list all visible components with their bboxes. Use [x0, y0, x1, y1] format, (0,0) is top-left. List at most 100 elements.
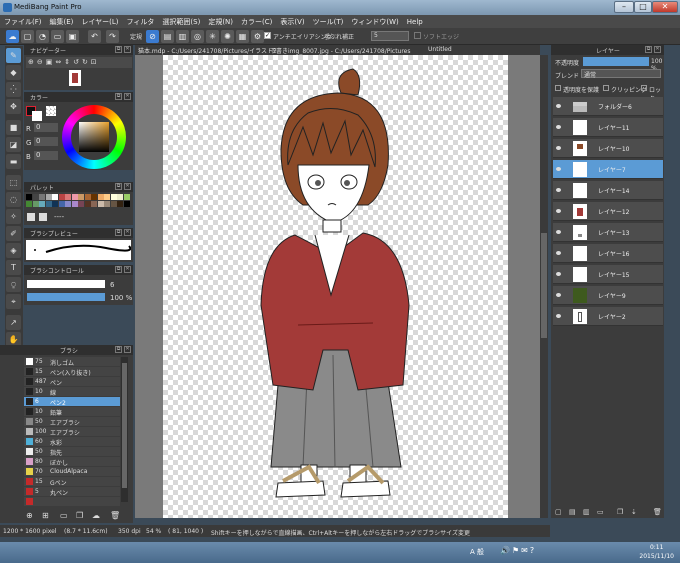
menu-view[interactable]: 表示(V): [276, 15, 308, 29]
new-halftone-layer-icon[interactable]: ▤: [569, 508, 576, 516]
brush-scrollbar[interactable]: [121, 357, 128, 502]
brush-item[interactable]: 487 ペン: [24, 377, 120, 387]
doc-tab-3[interactable]: Untitled: [428, 46, 452, 53]
brush-item[interactable]: 6 ペン2: [24, 397, 120, 407]
b-input[interactable]: 0: [34, 151, 58, 160]
eye-icon[interactable]: [556, 230, 561, 234]
palette-swatch[interactable]: [52, 201, 58, 207]
layer-row[interactable]: レイヤー12: [553, 202, 663, 221]
canvas-paper[interactable]: [163, 55, 508, 518]
layer-row[interactable]: レイヤー11: [553, 118, 663, 137]
move-tool-icon[interactable]: ✥: [6, 99, 21, 114]
palette-swatch[interactable]: [123, 194, 130, 200]
brush-item[interactable]: [24, 497, 120, 506]
brush-opacity-slider[interactable]: [27, 293, 105, 301]
eye-icon[interactable]: [556, 188, 561, 192]
layer-opacity-slider[interactable]: [583, 57, 649, 66]
cloud-icon[interactable]: ☁: [6, 30, 19, 43]
palette-swatch[interactable]: [84, 194, 91, 200]
menu-selection[interactable]: 選択範囲(S): [158, 15, 204, 29]
doc-tab-2[interactable]: 下書きimg_8007.jpg - C:/Users/241708/Pictur…: [270, 46, 411, 55]
add-palette-icon[interactable]: [27, 213, 35, 221]
eye-icon[interactable]: [556, 251, 561, 255]
palette-swatches[interactable]: [26, 194, 130, 210]
soft-edge-checkbox[interactable]: [414, 32, 421, 39]
brush-item[interactable]: 75 消しゴム: [24, 357, 120, 367]
magic-wand-icon[interactable]: ✧: [6, 209, 21, 224]
palette-swatch[interactable]: [39, 194, 45, 200]
palette-swatch[interactable]: [52, 194, 58, 200]
text-tool-icon[interactable]: T: [6, 260, 21, 275]
eye-icon[interactable]: [556, 314, 561, 318]
lasso-tool-icon[interactable]: ◌: [6, 192, 21, 207]
color-wheel[interactable]: [62, 105, 126, 169]
select-eraser-icon[interactable]: ◈: [6, 243, 21, 258]
eraser-tool-icon[interactable]: ◆: [6, 65, 21, 80]
palette-swatch[interactable]: [104, 194, 110, 200]
stabilizer-select[interactable]: 5: [371, 31, 409, 41]
brush-item[interactable]: 60 水彩: [24, 437, 120, 447]
ruler-curve-icon[interactable]: ▥: [176, 30, 189, 43]
brush-item[interactable]: 80 ぼかし: [24, 457, 120, 467]
duplicate-layer-icon[interactable]: ❐: [617, 508, 623, 516]
merge-down-icon[interactable]: ⇣: [631, 508, 637, 516]
blend-select[interactable]: 通常: [581, 69, 661, 79]
float-icon[interactable]: ⧉: [115, 46, 122, 53]
brush-item[interactable]: 100 エアブラシ: [24, 427, 120, 437]
delete-palette-icon[interactable]: [39, 213, 47, 221]
dot-tool-icon[interactable]: ⁛: [6, 82, 21, 97]
palette-swatch[interactable]: [84, 201, 91, 207]
eye-icon[interactable]: [556, 209, 561, 213]
redo-icon[interactable]: ↷: [106, 30, 119, 43]
menu-help[interactable]: Help: [403, 16, 427, 28]
layer-row[interactable]: レイヤー2: [553, 307, 663, 326]
clipping-checkbox[interactable]: [603, 85, 609, 91]
lock-checkbox[interactable]: [641, 85, 647, 91]
layer-row[interactable]: レイヤー13: [553, 223, 663, 242]
layer-row[interactable]: レイヤー9: [553, 286, 663, 305]
concentric-line-icon[interactable]: ✳: [206, 30, 219, 43]
layer-row[interactable]: レイヤー10: [553, 139, 663, 158]
palette-swatch[interactable]: [110, 194, 117, 200]
antialias-checkbox[interactable]: ✓: [264, 32, 271, 39]
brush-item[interactable]: 50 エアブラシ: [24, 417, 120, 427]
r-input[interactable]: 0: [34, 123, 58, 132]
transparent-color[interactable]: [46, 106, 56, 116]
palette-swatch[interactable]: [104, 201, 110, 207]
palette-swatch[interactable]: [58, 201, 65, 207]
palette-swatch[interactable]: [91, 194, 97, 200]
menu-filter[interactable]: フィルタ: [123, 15, 159, 29]
menu-layer[interactable]: レイヤー(L): [77, 15, 122, 29]
brush-item[interactable]: 15 ペン(入り抜き): [24, 367, 120, 377]
undo-icon[interactable]: ↶: [88, 30, 101, 43]
eye-icon[interactable]: [556, 293, 561, 297]
minimize-button[interactable]: –: [614, 1, 634, 13]
add-brush-icon[interactable]: ⊕: [26, 511, 33, 520]
ime-indicator[interactable]: A 般: [470, 547, 484, 557]
background-color[interactable]: [32, 111, 42, 121]
save-icon[interactable]: ▣: [66, 30, 79, 43]
palette-swatch[interactable]: [97, 201, 104, 207]
brush-item[interactable]: 15 Gペン: [24, 477, 120, 487]
palette-swatch[interactable]: [78, 201, 84, 207]
palette-swatch[interactable]: [65, 201, 71, 207]
menu-edit[interactable]: 編集(E): [46, 15, 78, 29]
new-layer-icon[interactable]: ▢: [555, 508, 562, 516]
brush-delete-icon[interactable]: 🗑: [110, 511, 120, 520]
palette-swatch[interactable]: [123, 201, 130, 207]
gradient-tool-icon[interactable]: ▬: [6, 154, 21, 169]
canvas-vertical-scrollbar[interactable]: [540, 55, 548, 518]
doc-tab-1[interactable]: 猫本.mdp - C:/Users/241708/Pictures/イラスト2: [138, 46, 277, 55]
eye-icon[interactable]: [556, 167, 561, 171]
select-pen-icon[interactable]: ✐: [6, 226, 21, 241]
brush-copy-icon[interactable]: ❐: [76, 511, 83, 520]
bucket-tool-icon[interactable]: ◪: [6, 137, 21, 152]
new-folder-icon[interactable]: ▭: [597, 508, 604, 516]
menu-tool[interactable]: ツール(T): [309, 15, 348, 29]
ruler-ellipse-icon[interactable]: ◎: [191, 30, 204, 43]
brush-item[interactable]: 10 鉛筆: [24, 407, 120, 417]
new-file-icon[interactable]: ▢: [21, 30, 34, 43]
settings-icon[interactable]: ⚙: [251, 30, 264, 43]
palette-swatch[interactable]: [71, 201, 78, 207]
layer-row[interactable]: レイヤー7: [553, 160, 663, 179]
